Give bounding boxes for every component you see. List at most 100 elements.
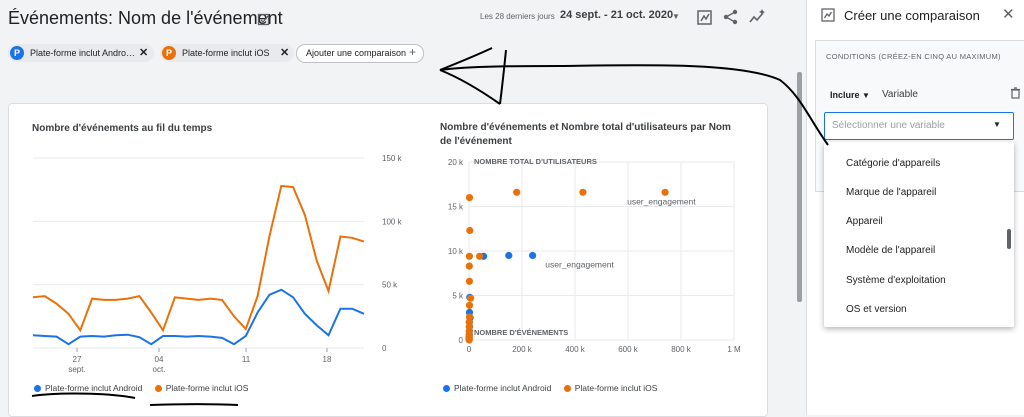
x-tick-label: 04	[155, 355, 164, 364]
trash-icon[interactable]	[1010, 87, 1021, 99]
include-label: Inclure	[830, 90, 860, 100]
include-dropdown[interactable]: Inclure ▼	[830, 90, 870, 100]
scatter-chart-legend: Plate-forme inclut Android Plate-forme i…	[443, 383, 657, 393]
chevron-down-icon: ▼	[993, 120, 1001, 129]
data-point	[466, 226, 474, 235]
report-scrollbar[interactable]	[797, 72, 802, 302]
variable-select[interactable]: Sélectionner une variable ▼	[824, 112, 1014, 140]
data-point	[465, 336, 473, 344]
legend-label: Plate-forme inclut iOS	[165, 383, 249, 393]
legend-dot	[563, 385, 571, 393]
conditions-title: CONDITIONS (CRÉEZ-EN CINQ AU MAXIMUM)	[826, 52, 1001, 61]
dropdown-item[interactable]: Système d'exploitation	[846, 275, 946, 286]
legend-item-ios[interactable]: Plate-forme inclut iOS	[154, 383, 249, 393]
x-tick-label: 18	[323, 355, 332, 364]
line-chart: 150 k 100 k 50 k 0 27sept. 04oct. 11 18	[32, 154, 403, 374]
chevron-down-icon: ▼	[862, 91, 870, 100]
legend-label: Plate-forme inclut iOS	[574, 383, 658, 393]
y-tick-label: 150 k	[382, 154, 403, 163]
data-point	[661, 188, 669, 196]
date-range-picker[interactable]: 24 sept. - 21 oct. 2020	[560, 9, 673, 21]
x-axis-label: NOMBRE D'ÉVÉNEMENTS	[474, 328, 568, 337]
data-point	[465, 252, 473, 260]
data-point	[465, 277, 473, 285]
legend-item-android[interactable]: Plate-forme inclut Android	[34, 383, 142, 393]
dropdown-item[interactable]: OS et version	[846, 304, 907, 315]
page-title: Événements: Nom de l'événement	[8, 8, 283, 28]
legend-label: Plate-forme inclut Android	[454, 383, 552, 393]
variable-label: Variable	[882, 89, 918, 100]
data-point	[579, 188, 587, 196]
line-chart-title: Nombre d'événements au fil du temps	[32, 123, 213, 134]
insights-icon[interactable]	[748, 8, 766, 26]
y-tick-label: 15 k	[448, 203, 464, 212]
comparison-chip-android[interactable]: P Plate-forme inclut Andro… ✕	[8, 44, 154, 62]
data-point	[476, 252, 484, 260]
x-tick-label: 200 k	[512, 345, 533, 354]
dropdown-item[interactable]: Appareil	[846, 216, 883, 227]
dropdown-scrollbar[interactable]	[1007, 229, 1011, 249]
x-tick-label: 27	[73, 355, 82, 364]
data-point	[513, 188, 521, 196]
y-tick-label: 5 k	[452, 292, 464, 301]
line-chart-legend: Plate-forme inclut Android Plate-forme i…	[34, 383, 248, 393]
report-header: Événements: Nom de l'événement Les 28 de…	[0, 0, 800, 40]
date-range-caret-icon[interactable]: ▼	[672, 12, 680, 21]
comparison-chip-label: Plate-forme inclut Andro…	[30, 48, 136, 58]
share-icon[interactable]	[722, 8, 740, 26]
x-tick-label: 0	[467, 345, 472, 354]
legend-dot	[443, 385, 450, 393]
add-comparison-button[interactable]: Ajouter une comparaison +	[296, 44, 424, 63]
legend-item-ios[interactable]: Plate-forme inclut iOS	[563, 383, 658, 393]
x-tick-label: 800 k	[671, 345, 692, 354]
platform-badge: P	[10, 46, 24, 60]
remove-comparison-icon[interactable]: ✕	[139, 44, 148, 62]
remove-comparison-icon[interactable]: ✕	[280, 44, 289, 62]
x-tick-label: sept.	[68, 365, 85, 374]
plus-icon: +	[409, 45, 417, 59]
variable-dropdown: Catégorie d'appareils Marque de l'appare…	[824, 142, 1014, 327]
platform-badge: P	[162, 46, 176, 60]
legend-item-android[interactable]: Plate-forme inclut Android	[443, 383, 551, 393]
edit-report-icon[interactable]	[257, 12, 271, 26]
x-tick-label: 400 k	[565, 345, 586, 354]
series-line	[32, 184, 365, 333]
panel-title: Créer une comparaison	[844, 8, 980, 23]
data-point	[467, 294, 475, 302]
legend-dot	[34, 385, 41, 393]
date-range-label: Les 28 derniers jours	[480, 12, 555, 21]
y-tick-label: 0	[382, 344, 387, 353]
y-tick-label: 0	[459, 336, 464, 345]
dropdown-item[interactable]: Marque de l'appareil	[846, 187, 936, 198]
comparison-chip-ios[interactable]: P Plate-forme inclut iOS ✕	[160, 44, 294, 62]
comparison-icon	[821, 8, 835, 22]
legend-label: Plate-forme inclut Android	[45, 383, 143, 393]
dropdown-item[interactable]: Modèle de l'appareil	[846, 245, 935, 256]
point-annotation: user_engagement	[627, 196, 696, 206]
data-point	[465, 301, 474, 309]
charts-card: Nombre d'événements au fil du temps 150 …	[8, 103, 768, 417]
scatter-chart: 20 k 15 k 10 k 5 k 00 200 k 400 k 600 k 800 k 1 M…	[448, 157, 741, 354]
x-tick-label: 600 k	[618, 345, 639, 354]
legend-dot	[154, 385, 162, 393]
y-tick-label: 100 k	[382, 217, 403, 226]
x-tick-label: 1 M	[727, 345, 741, 354]
data-point	[465, 262, 473, 270]
data-point	[465, 194, 474, 202]
customize-report-icon[interactable]	[696, 8, 714, 26]
series-line	[32, 288, 365, 346]
variable-select-placeholder: Sélectionner une variable	[832, 120, 945, 131]
x-tick-label: oct.	[153, 365, 166, 374]
comparison-chip-label: Plate-forme inclut iOS	[182, 48, 270, 58]
data-point	[529, 251, 537, 260]
y-axis-label: NOMBRE TOTAL D'UTILISATEURS	[474, 157, 597, 166]
close-icon[interactable]: ✕	[1002, 5, 1015, 23]
point-annotation: user_engagement	[545, 260, 614, 270]
y-tick-label: 10 k	[448, 247, 464, 256]
dropdown-item[interactable]: Catégorie d'appareils	[846, 158, 940, 169]
data-point	[505, 251, 513, 260]
x-tick-label: 11	[242, 355, 251, 364]
add-comparison-label: Ajouter une comparaison	[306, 48, 407, 58]
y-tick-label: 20 k	[448, 158, 464, 167]
report-area: Événements: Nom de l'événement Les 28 de…	[0, 0, 800, 417]
